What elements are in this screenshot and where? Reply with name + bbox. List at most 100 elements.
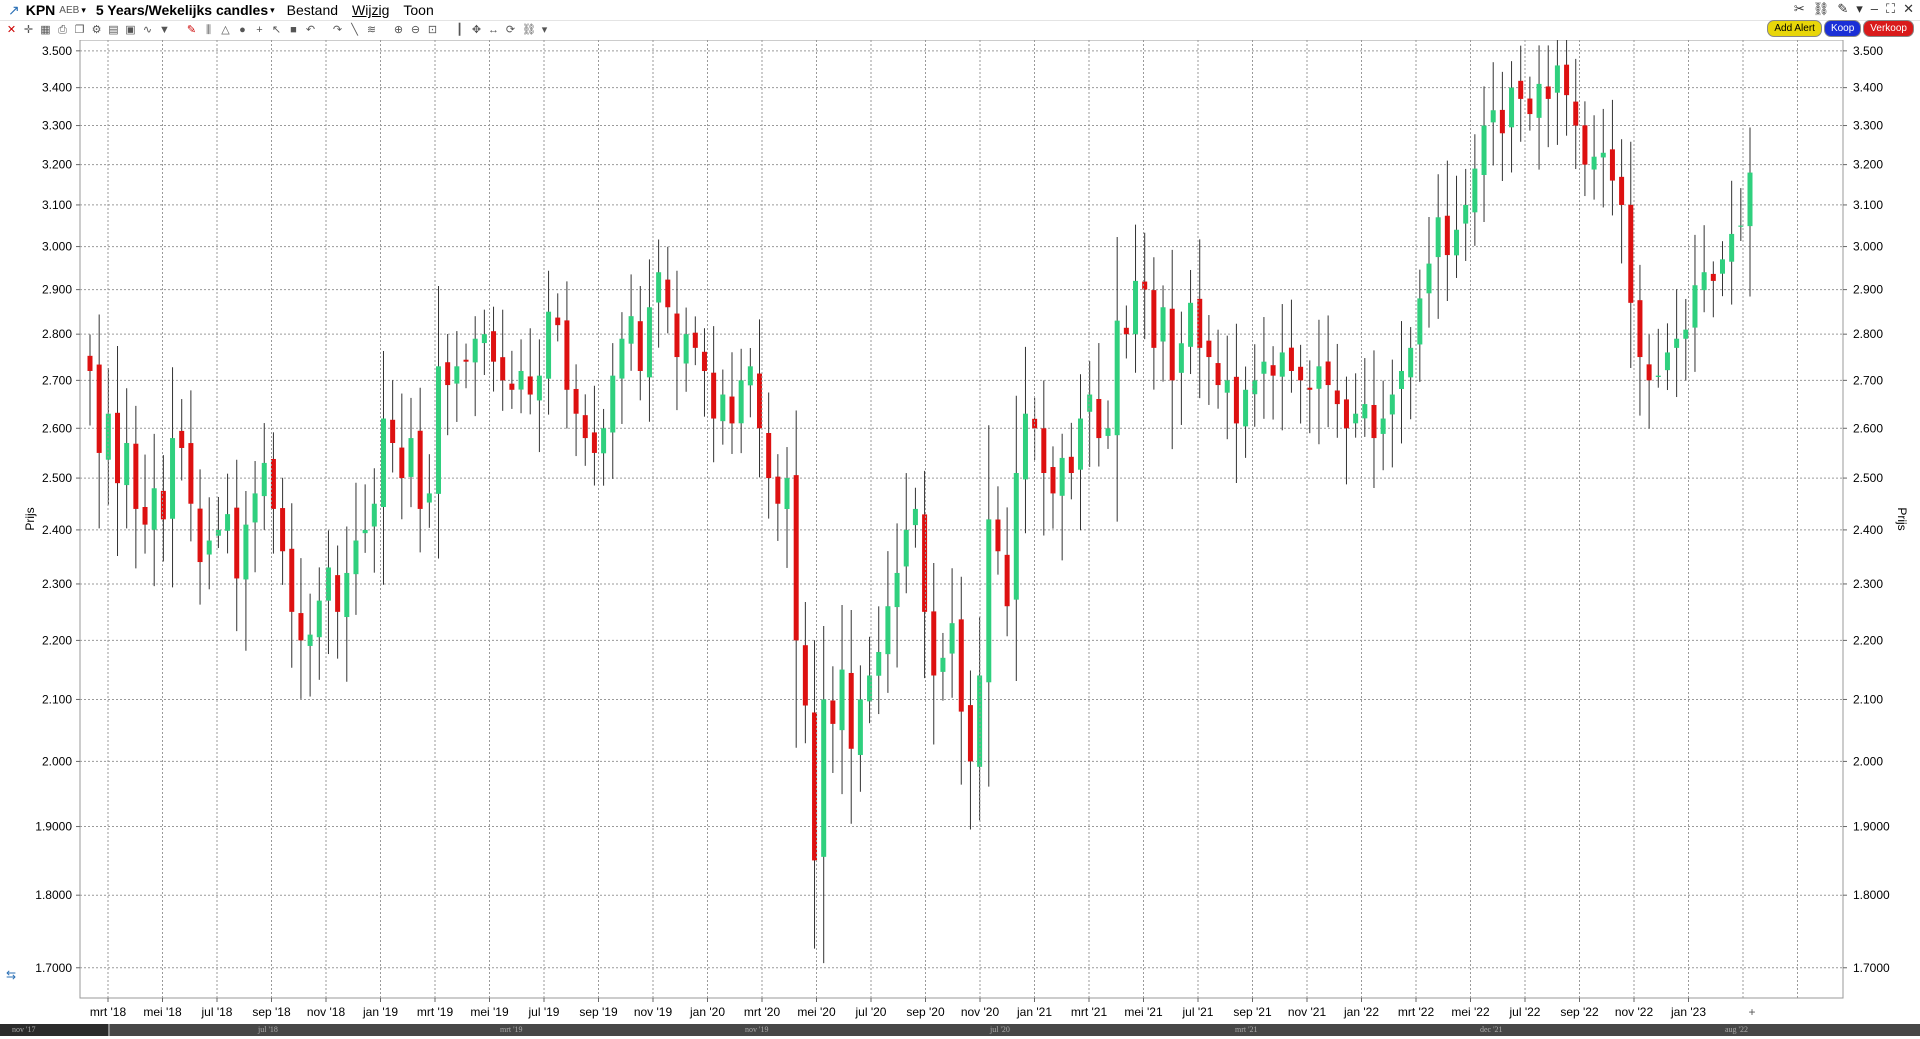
candle-body bbox=[1261, 361, 1267, 374]
buy-button[interactable]: Koop bbox=[1823, 20, 1862, 37]
candle-body bbox=[280, 508, 286, 552]
chart-app-icon[interactable]: ↗ bbox=[8, 2, 20, 19]
undo-icon[interactable]: ↶ bbox=[305, 24, 316, 36]
pen-icon[interactable]: ✎ bbox=[186, 24, 197, 36]
navigator-label: nov '17 bbox=[12, 1025, 36, 1034]
candle-body bbox=[995, 519, 1001, 552]
x-tick-label: jul '18 bbox=[201, 1005, 233, 1019]
candle-body bbox=[582, 415, 588, 439]
menu-bestand[interactable]: Bestand bbox=[287, 2, 338, 18]
shape-icon[interactable]: △ bbox=[220, 24, 231, 36]
layout-icon[interactable]: ▣ bbox=[125, 24, 136, 36]
grid-icon[interactable]: ▦ bbox=[40, 24, 51, 36]
y-axis-label: Prijs bbox=[23, 507, 37, 530]
y-tick-label: 1.7000 bbox=[35, 961, 72, 975]
candle-body bbox=[298, 613, 304, 641]
candle-body bbox=[821, 699, 827, 857]
indicator-icon[interactable]: ∿ bbox=[142, 24, 153, 36]
scale-icon[interactable]: ⇆ bbox=[6, 968, 16, 982]
template-icon[interactable]: ▤ bbox=[108, 24, 119, 36]
x-tick-label: nov '22 bbox=[1615, 1005, 1654, 1019]
candle-body bbox=[472, 338, 478, 363]
crosshair-icon[interactable]: ✛ bbox=[23, 24, 34, 36]
y-tick-label: 2.000 bbox=[42, 754, 72, 768]
y-tick-label-right: 3.300 bbox=[1853, 119, 1883, 133]
copy-icon[interactable]: ❐ bbox=[74, 24, 85, 36]
x-tick-label: mei '19 bbox=[470, 1005, 509, 1019]
candle-body bbox=[1536, 83, 1542, 118]
close-icon[interactable]: ✕ bbox=[1903, 1, 1914, 17]
candle-icon[interactable]: ┃ bbox=[454, 24, 465, 36]
navigator-thumb[interactable] bbox=[108, 1024, 1920, 1036]
zoom-fit-icon[interactable]: ⊡ bbox=[427, 24, 438, 36]
link-icon[interactable]: ⛓ bbox=[1813, 1, 1830, 17]
candle-body bbox=[857, 699, 863, 755]
menu-toon[interactable]: Toon bbox=[403, 2, 433, 18]
price-chart[interactable]: 3.500 3.500 3.400 3.400 3.300 3.300 3.200 3.200… bbox=[0, 40, 1920, 1024]
candle-body bbox=[1518, 80, 1524, 99]
candle-body bbox=[1600, 152, 1606, 158]
candle-body bbox=[417, 430, 423, 509]
period-selector[interactable]: 5 Years/Wekelijks candles bbox=[96, 2, 268, 18]
y-tick-label: 2.100 bbox=[42, 692, 72, 706]
y-tick-label: 2.800 bbox=[42, 327, 72, 341]
x-tick-label: mei '18 bbox=[143, 1005, 182, 1019]
y-tick-label: 2.600 bbox=[42, 421, 72, 435]
chevron-down-icon[interactable]: ▾ bbox=[270, 5, 275, 16]
fib-icon[interactable]: ≋ bbox=[366, 24, 377, 36]
bars-icon[interactable]: ⫼ bbox=[203, 24, 214, 36]
cross-icon[interactable]: + bbox=[254, 24, 265, 36]
more-icon[interactable]: ▾ bbox=[539, 24, 550, 36]
y-tick-label-right: 3.100 bbox=[1853, 198, 1883, 212]
y-tick-label-right: 2.400 bbox=[1853, 523, 1883, 537]
candle-body bbox=[1701, 272, 1707, 291]
candle-body bbox=[1224, 380, 1230, 393]
candle-body bbox=[665, 279, 671, 308]
y-tick-label: 3.000 bbox=[42, 240, 72, 254]
chevron-down-icon[interactable]: ▾ bbox=[1856, 1, 1863, 17]
candle-body bbox=[674, 313, 680, 358]
candle-body bbox=[1325, 361, 1331, 386]
y-tick-label-right: 1.9000 bbox=[1853, 820, 1890, 834]
add-period-icon[interactable]: + bbox=[1748, 1005, 1755, 1019]
pin-icon[interactable]: ✎ bbox=[1837, 1, 1848, 17]
minimize-icon[interactable]: – bbox=[1871, 1, 1878, 17]
tools-icon[interactable]: ✂ bbox=[1794, 1, 1805, 17]
symbol-selector[interactable]: KPN bbox=[26, 2, 56, 18]
candle-body bbox=[729, 396, 735, 424]
exchange-label[interactable]: AEB bbox=[59, 5, 79, 16]
zoom-in-icon[interactable]: ⊕ bbox=[393, 24, 404, 36]
print-icon[interactable]: ⎙ bbox=[57, 24, 68, 36]
candle-body bbox=[1490, 110, 1496, 123]
candle-body bbox=[812, 712, 818, 861]
zoom-out-icon[interactable]: ⊖ bbox=[410, 24, 421, 36]
close-icon[interactable]: ✕ bbox=[6, 24, 17, 36]
chevron-down-icon[interactable]: ▾ bbox=[81, 5, 86, 16]
candle-body bbox=[1655, 375, 1661, 377]
candle-body bbox=[1077, 418, 1083, 470]
navigator-label: mrt '21 bbox=[1235, 1025, 1258, 1034]
box-icon[interactable]: ■ bbox=[288, 24, 299, 36]
arrow-down-icon[interactable]: ▼ bbox=[159, 24, 170, 36]
candle-body bbox=[353, 540, 359, 575]
menu-wijzig[interactable]: Wijzig bbox=[352, 2, 389, 18]
redo-icon[interactable]: ↷ bbox=[332, 24, 343, 36]
add-alert-button[interactable]: Add Alert bbox=[1767, 20, 1822, 37]
maximize-icon[interactable]: ⛶ bbox=[1886, 1, 1895, 17]
navigator-label: jul '18 bbox=[258, 1025, 278, 1034]
candle-body bbox=[1435, 217, 1441, 258]
sell-button[interactable]: Verkoop bbox=[1863, 20, 1914, 37]
link-icon[interactable]: ⛓ bbox=[522, 24, 536, 36]
y-tick-label-right: 3.500 bbox=[1853, 44, 1883, 58]
title-bar: ↗ KPN AEB ▾ 5 Years/Wekelijks candles ▾ … bbox=[0, 0, 1920, 21]
candle-body bbox=[1050, 467, 1056, 494]
candle-body bbox=[1215, 363, 1221, 386]
cursor-icon[interactable]: ↖ bbox=[271, 24, 282, 36]
line-icon[interactable]: ╲ bbox=[349, 24, 360, 36]
settings-icon[interactable]: ⚙ bbox=[91, 24, 102, 36]
pan-icon[interactable]: ✥ bbox=[471, 24, 482, 36]
scroll-icon[interactable]: ↔ bbox=[488, 24, 499, 36]
refresh-icon[interactable]: ⟳ bbox=[505, 24, 516, 36]
circle-icon[interactable]: ● bbox=[237, 24, 248, 36]
candle-body bbox=[1609, 149, 1615, 181]
